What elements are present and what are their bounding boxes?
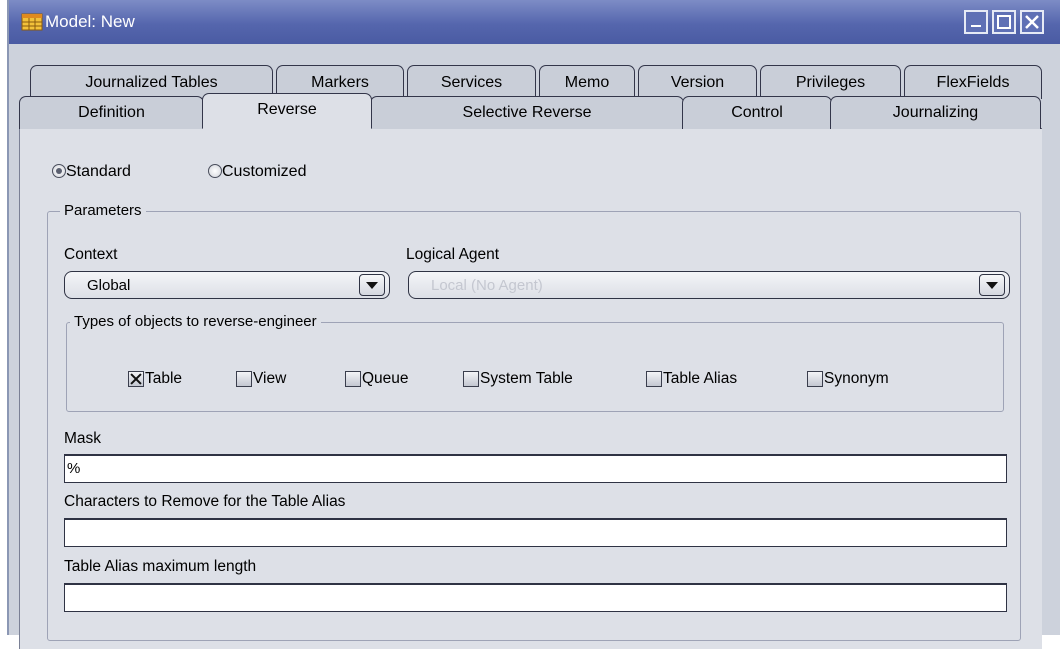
maximize-icon	[997, 15, 1011, 29]
chars-remove-label: Characters to Remove for the Table Alias	[64, 493, 346, 510]
tab-services[interactable]: Services	[407, 65, 536, 99]
tab-reverse[interactable]: Reverse	[202, 93, 372, 129]
mask-input[interactable]: %	[64, 454, 1007, 483]
system-table-checkbox[interactable]: System Table	[463, 370, 613, 388]
table-alias-checkbox-label: Table Alias	[663, 370, 738, 387]
view-checkbox-label: View	[253, 370, 287, 387]
mask-label: Mask	[64, 430, 102, 447]
tab-flexfields[interactable]: FlexFields	[904, 65, 1042, 99]
tab-memo[interactable]: Memo	[539, 65, 635, 99]
radio-unselected-icon	[208, 164, 222, 178]
close-button[interactable]	[1020, 10, 1044, 34]
customized-radio-label: Customized	[222, 163, 307, 180]
checkbox-unchecked-icon	[345, 371, 361, 387]
tab-version[interactable]: Version	[638, 65, 757, 99]
checkbox-unchecked-icon	[463, 371, 479, 387]
view-checkbox[interactable]: View	[236, 370, 316, 388]
table-alias-checkbox[interactable]: Table Alias	[646, 370, 776, 388]
customized-radio[interactable]: Customized	[208, 163, 348, 181]
queue-checkbox[interactable]: Queue	[345, 370, 435, 388]
logical-agent-value: Local (No Agent)	[431, 277, 543, 294]
checkbox-unchecked-icon	[646, 371, 662, 387]
system-table-checkbox-label: System Table	[480, 370, 573, 387]
checkbox-checked-icon	[128, 371, 144, 387]
chars-remove-input[interactable]	[64, 518, 1007, 547]
context-value: Global	[87, 277, 131, 294]
table-checkbox-label: Table	[145, 370, 183, 387]
minimize-button[interactable]	[964, 10, 988, 34]
logical-agent-select[interactable]: Local (No Agent)	[408, 271, 1010, 299]
logical-agent-label: Logical Agent	[406, 246, 500, 263]
context-select[interactable]: Global	[64, 271, 390, 299]
checkbox-unchecked-icon	[236, 371, 252, 387]
table-checkbox[interactable]: Table	[128, 370, 208, 388]
window-title: Model: New	[45, 12, 135, 31]
synonym-checkbox[interactable]: Synonym	[807, 370, 917, 388]
minimize-icon	[971, 25, 981, 27]
standard-radio-label: Standard	[66, 163, 131, 180]
context-label: Context	[64, 246, 118, 263]
parameters-legend: Parameters	[60, 202, 146, 219]
synonym-checkbox-label: Synonym	[824, 370, 889, 387]
tab-journalizing[interactable]: Journalizing	[830, 96, 1041, 129]
chevron-down-icon[interactable]	[359, 274, 385, 296]
queue-checkbox-label: Queue	[362, 370, 409, 387]
tab-control[interactable]: Control	[682, 96, 832, 129]
model-table-icon	[21, 13, 43, 31]
tab-definition[interactable]: Definition	[19, 96, 204, 129]
maximize-button[interactable]	[992, 10, 1016, 34]
object-types-group	[66, 322, 1004, 412]
title-bar[interactable]: Model: New	[9, 0, 1060, 44]
tab-privileges[interactable]: Privileges	[760, 65, 901, 99]
alias-max-length-input[interactable]	[64, 583, 1007, 612]
radio-selected-icon	[52, 164, 66, 178]
checkbox-unchecked-icon	[807, 371, 823, 387]
tab-selective-reverse[interactable]: Selective Reverse	[370, 96, 684, 129]
chevron-down-icon[interactable]	[979, 274, 1005, 296]
alias-max-length-label: Table Alias maximum length	[64, 558, 257, 575]
object-types-legend: Types of objects to reverse-engineer	[70, 313, 321, 330]
standard-radio[interactable]: Standard	[52, 163, 172, 181]
close-icon	[1025, 15, 1039, 29]
